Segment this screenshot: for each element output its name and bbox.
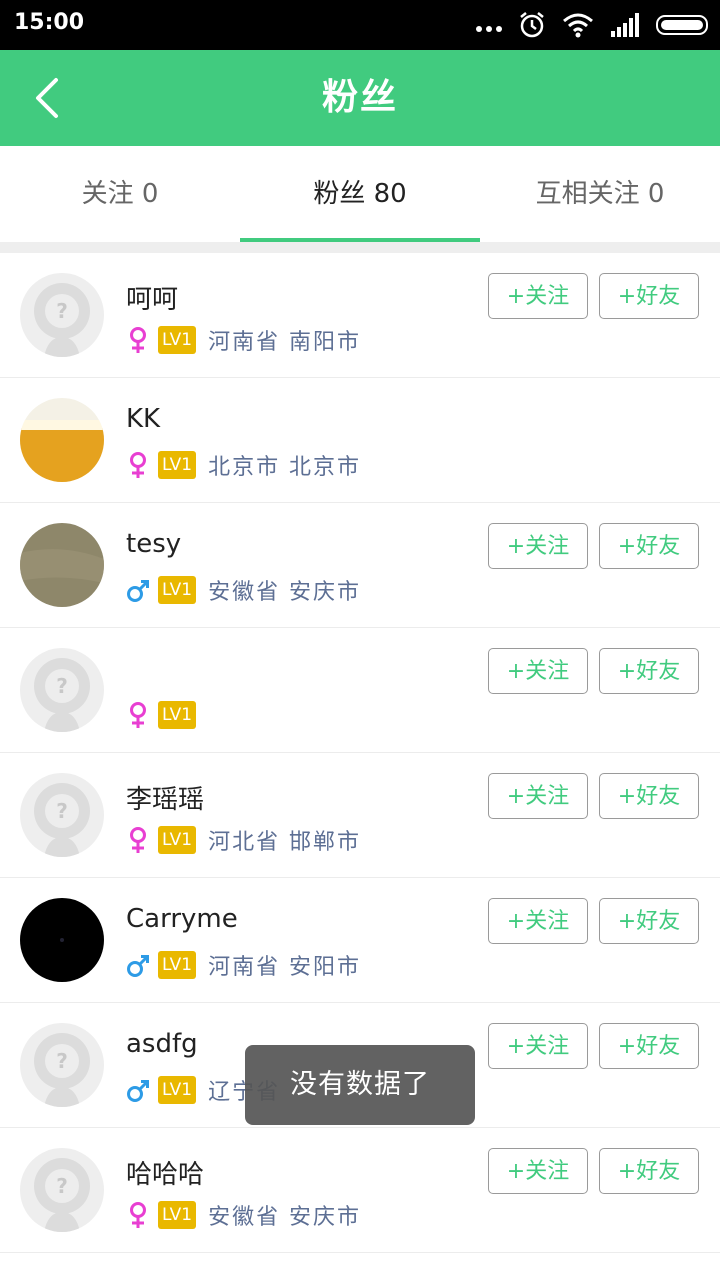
follow-button[interactable]: +关注 xyxy=(488,773,588,819)
tab-following[interactable]: 关注 0 xyxy=(0,146,240,242)
avatar[interactable]: ? xyxy=(20,648,104,732)
level-badge: LV1 xyxy=(158,826,197,854)
list-item[interactable]: ? 呵呵 LV1 河南省 南阳市 +关注 +好友 xyxy=(0,253,720,378)
user-meta: LV1 xyxy=(126,700,208,730)
tab-label: 粉丝 80 xyxy=(313,179,407,209)
list-item[interactable]: KK LV1 北京市 北京市 xyxy=(0,378,720,503)
follow-button[interactable]: +关注 xyxy=(488,273,588,319)
follow-button[interactable]: +关注 xyxy=(488,898,588,944)
user-name: 李瑶瑶 xyxy=(126,785,205,815)
user-meta: LV1 河南省 安阳市 xyxy=(126,950,361,980)
level-badge: LV1 xyxy=(158,451,197,479)
user-meta: LV1 安徽省 安庆市 xyxy=(126,575,361,605)
user-location: 北京市 北京市 xyxy=(208,455,362,480)
user-name: 哈哈哈 xyxy=(126,1160,205,1190)
level-badge: LV1 xyxy=(158,1201,197,1229)
wifi-icon xyxy=(563,13,593,38)
follow-button[interactable]: +关注 xyxy=(488,648,588,694)
level-badge: LV1 xyxy=(158,701,197,729)
add-friend-button[interactable]: +好友 xyxy=(599,1023,699,1069)
page-title: 粉丝 xyxy=(321,77,398,118)
user-name: KK xyxy=(126,404,161,434)
user-name: 呵呵 xyxy=(126,285,179,315)
tab-label: 互相关注 0 xyxy=(535,179,665,209)
avatar[interactable]: ? xyxy=(20,1023,104,1107)
add-friend-button[interactable]: +好友 xyxy=(599,898,699,944)
tab-mutual[interactable]: 互相关注 0 xyxy=(480,146,720,242)
level-badge: LV1 xyxy=(158,951,197,979)
divider xyxy=(0,242,720,253)
avatar[interactable]: ? xyxy=(20,773,104,857)
user-location: 河北省 邯郸市 xyxy=(208,830,362,855)
list-item[interactable]: Carryme LV1 河南省 安阳市 +关注 +好友 xyxy=(0,878,720,1003)
tab-label: 关注 0 xyxy=(81,179,159,209)
status-icons xyxy=(476,10,708,40)
svg-text:?: ? xyxy=(56,674,68,698)
user-meta: LV1 北京市 北京市 xyxy=(126,450,361,480)
male-icon xyxy=(126,576,150,604)
add-friend-button[interactable]: +好友 xyxy=(599,1148,699,1194)
svg-text:?: ? xyxy=(56,1174,68,1198)
tab-fans[interactable]: 粉丝 80 xyxy=(240,146,480,242)
list-item[interactable]: ? 李瑶瑶 LV1 河北省 邯郸市 +关注 +好友 xyxy=(0,753,720,878)
level-badge: LV1 xyxy=(158,1076,197,1104)
status-time: 15:00 xyxy=(14,10,85,35)
avatar[interactable] xyxy=(20,398,104,482)
female-icon xyxy=(126,326,150,354)
user-location: 河南省 安阳市 xyxy=(208,955,362,980)
level-badge: LV1 xyxy=(158,576,197,604)
user-name: tesy xyxy=(126,529,182,559)
list-item[interactable]: ? 哈哈哈 LV1 安徽省 安庆市 +关注 +好友 xyxy=(0,1128,720,1253)
add-friend-button[interactable]: +好友 xyxy=(599,773,699,819)
svg-text:?: ? xyxy=(56,799,68,823)
avatar[interactable] xyxy=(20,898,104,982)
user-location: 河南省 南阳市 xyxy=(208,330,362,355)
avatar[interactable]: ? xyxy=(20,1148,104,1232)
add-friend-button[interactable]: +好友 xyxy=(599,273,699,319)
add-friend-button[interactable]: +好友 xyxy=(599,523,699,569)
user-location: 安徽省 安庆市 xyxy=(208,1205,362,1230)
user-name: Carryme xyxy=(126,904,238,934)
app-bar: 粉丝 xyxy=(0,50,720,146)
male-icon xyxy=(126,951,150,979)
more-dots-icon xyxy=(476,18,502,32)
female-icon xyxy=(126,451,150,479)
tab-bar: 关注 0 粉丝 80 互相关注 0 xyxy=(0,146,720,242)
female-icon xyxy=(126,701,150,729)
user-meta: LV1 河南省 南阳市 xyxy=(126,325,361,355)
avatar[interactable]: ? xyxy=(20,273,104,357)
svg-text:?: ? xyxy=(56,1049,68,1073)
male-icon xyxy=(126,1076,150,1104)
list-item[interactable]: ? LV1 +关注 +好友 xyxy=(0,628,720,753)
signal-icon xyxy=(611,13,639,37)
female-icon xyxy=(126,826,150,854)
toast-message: 没有数据了 xyxy=(245,1045,475,1125)
status-bar: 15:00 xyxy=(0,0,720,50)
user-meta: LV1 安徽省 安庆市 xyxy=(126,1200,361,1230)
list-item[interactable]: tesy LV1 安徽省 安庆市 +关注 +好友 xyxy=(0,503,720,628)
follow-button[interactable]: +关注 xyxy=(488,523,588,569)
level-badge: LV1 xyxy=(158,326,197,354)
user-name: asdfg xyxy=(126,1029,198,1059)
user-meta: LV1 河北省 邯郸市 xyxy=(126,825,361,855)
follow-button[interactable]: +关注 xyxy=(488,1023,588,1069)
user-location: 安徽省 安庆市 xyxy=(208,580,362,605)
add-friend-button[interactable]: +好友 xyxy=(599,648,699,694)
avatar[interactable] xyxy=(20,523,104,607)
battery-icon xyxy=(656,15,708,35)
alarm-icon xyxy=(520,12,544,38)
follow-button[interactable]: +关注 xyxy=(488,1148,588,1194)
female-icon xyxy=(126,1201,150,1229)
svg-text:?: ? xyxy=(56,299,68,323)
